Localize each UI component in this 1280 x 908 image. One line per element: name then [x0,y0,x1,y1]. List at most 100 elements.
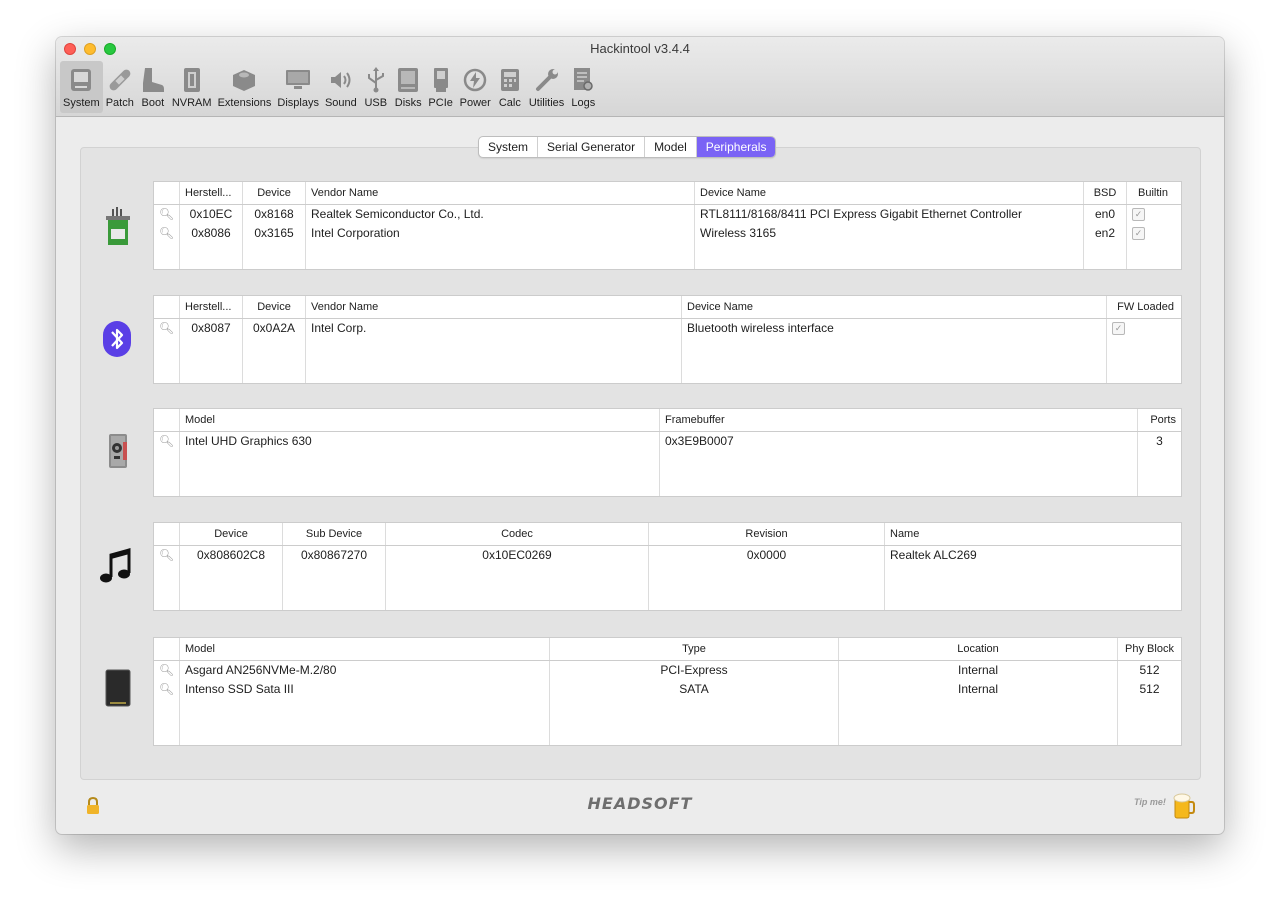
tip-me-label[interactable]: Tip me! [1134,797,1166,807]
column-header[interactable]: Device [180,523,283,545]
column-header[interactable]: Revision [649,523,885,545]
table-cell[interactable]: 0x80867270 [283,546,385,565]
tab-system[interactable]: System [479,137,539,157]
toolbar-item-nvram[interactable]: NVRAM [169,61,215,113]
column-header[interactable]: BSD [1084,182,1127,204]
toolbar-item-displays[interactable]: Displays [274,61,322,113]
table-cell[interactable]: Intel Corp. [306,319,681,338]
search-icon[interactable]: 🔍︎ [154,680,179,699]
table-cell[interactable]: Wireless 3165 [695,224,1083,243]
fw-loaded-checkbox[interactable]: ✓ [1112,322,1125,336]
toolbar-item-power[interactable]: Power [457,61,494,113]
table-cell[interactable]: 512 [1118,661,1181,680]
headsoft-logo[interactable]: HEADSOFT [56,794,1224,813]
column-header[interactable]: Herstell... [180,182,243,204]
table-cell[interactable]: Asgard AN256NVMe-M.2/80 [180,661,549,680]
table-cell[interactable]: Intel UHD Graphics 630 [180,432,659,451]
table-cell[interactable]: Realtek Semiconductor Co., Ltd. [306,205,694,224]
table-header: Herstell... Device Vendor Name Device Na… [154,296,1181,319]
table-cell[interactable]: en2 [1084,224,1126,243]
column-header[interactable]: Herstell... [180,296,243,318]
table-header: Model Framebuffer Ports [154,409,1181,432]
column-header[interactable]: Ports [1138,409,1181,431]
table-cell[interactable]: PCI-Express [550,661,838,680]
table-cell[interactable]: 0x808602C8 [180,546,282,565]
column-header[interactable]: Phy Block [1118,638,1181,660]
table-cell[interactable]: Intel Corporation [306,224,694,243]
tab-serial-generator[interactable]: Serial Generator [538,137,646,157]
column-header[interactable]: Vendor Name [306,182,695,204]
table-cell[interactable]: 0x8087 [180,319,242,338]
tab-model[interactable]: Model [645,137,697,157]
column-header[interactable]: Name [885,523,1179,545]
beer-icon[interactable] [1172,792,1196,825]
toolbar-item-utilities[interactable]: Utilities [526,61,567,113]
toolbar-item-extensions[interactable]: Extensions [215,61,275,113]
table-cell[interactable]: 0x0A2A [243,319,305,338]
table-cell[interactable]: 0x10EC [180,205,242,224]
table-cell[interactable]: RTL8111/8168/8411 PCI Express Gigabit Et… [695,205,1083,224]
table-cell[interactable]: 0x3165 [243,224,305,243]
column-header[interactable]: Device Name [682,296,1107,318]
table-cell[interactable]: 3 [1138,432,1181,451]
column-header[interactable]: Type [550,638,839,660]
column-header[interactable]: Device [243,296,306,318]
toolbar-item-disks[interactable]: Disks [392,61,425,113]
column-header[interactable]: Sub Device [283,523,386,545]
toolbar-item-boot[interactable]: Boot [137,61,169,113]
column-header[interactable]: Device [243,182,306,204]
column-header[interactable]: Model [180,409,660,431]
table-cell[interactable]: SATA [550,680,838,699]
builtin-checkbox[interactable]: ✓ [1132,208,1145,222]
table-cell[interactable]: 512 [1118,680,1181,699]
table-cell[interactable]: 0x3E9B0007 [660,432,1137,451]
search-icon[interactable]: 🔍︎ [154,546,179,565]
column-header[interactable]: FW Loaded [1107,296,1179,318]
column-header[interactable]: Vendor Name [306,296,682,318]
column-header[interactable]: Device Name [695,182,1084,204]
toolbar-item-system[interactable]: System [60,61,103,113]
column-header[interactable]: Codec [386,523,649,545]
table-cell[interactable]: en0 [1084,205,1126,224]
table-cell[interactable]: Realtek ALC269 [885,546,1179,565]
toolbar-item-calc[interactable]: Calc [494,61,526,113]
search-icon[interactable]: 🔍︎ [154,205,179,224]
toolbar-item-pcie[interactable]: PCIe [425,61,457,113]
table-cell[interactable]: Bluetooth wireless interface [682,319,1106,338]
table-cell[interactable]: 0x8086 [180,224,242,243]
lego-icon [231,67,257,93]
column-header[interactable]: Builtin [1127,182,1179,204]
toolbar-item-usb[interactable]: USB [360,61,392,113]
table-cell[interactable]: 0x8168 [243,205,305,224]
boot-icon [140,67,166,93]
table-cell[interactable]: Intenso SSD Sata III [180,680,549,699]
table-body: 🔍︎ 🔍︎ Asgard AN256NVMe-M.2/80 Intenso SSD … [154,661,1181,745]
toolbar-item-patch[interactable]: Patch [103,61,137,113]
table-cell[interactable]: 0x0000 [649,546,884,565]
speaker-icon [328,67,354,93]
column-header[interactable]: Framebuffer [660,409,1138,431]
table-cell[interactable]: Internal [839,661,1117,680]
ssd-icon [100,666,136,710]
column-header[interactable]: Location [839,638,1118,660]
search-icon[interactable]: 🔍︎ [154,224,179,243]
audio-table: Device Sub Device Codec Revision Name 🔍︎… [153,522,1182,611]
table-cell[interactable]: Internal [839,680,1117,699]
tab-peripherals[interactable]: Peripherals [696,137,776,157]
toolbar-item-sound[interactable]: Sound [322,61,360,113]
search-icon[interactable]: 🔍︎ [154,319,179,338]
music-note-icon [98,545,134,589]
view-tabs: System Serial Generator Model Peripheral… [478,136,777,158]
toolbar-label: Displays [277,97,319,109]
table-cell[interactable]: 0x10EC0269 [386,546,648,565]
builtin-checkbox[interactable]: ✓ [1132,227,1145,241]
power-icon [462,67,488,93]
column-header[interactable]: Model [180,638,550,660]
table-header: Device Sub Device Codec Revision Name [154,523,1181,546]
storage-table: Model Type Location Phy Block 🔍︎ 🔍︎ Asgar… [153,637,1182,746]
toolbar-label: Calc [498,97,521,109]
toolbar-label: Logs [571,97,596,109]
search-icon[interactable]: 🔍︎ [154,432,179,451]
toolbar-item-logs[interactable]: Logs [567,61,599,113]
search-icon[interactable]: 🔍︎ [154,661,179,680]
